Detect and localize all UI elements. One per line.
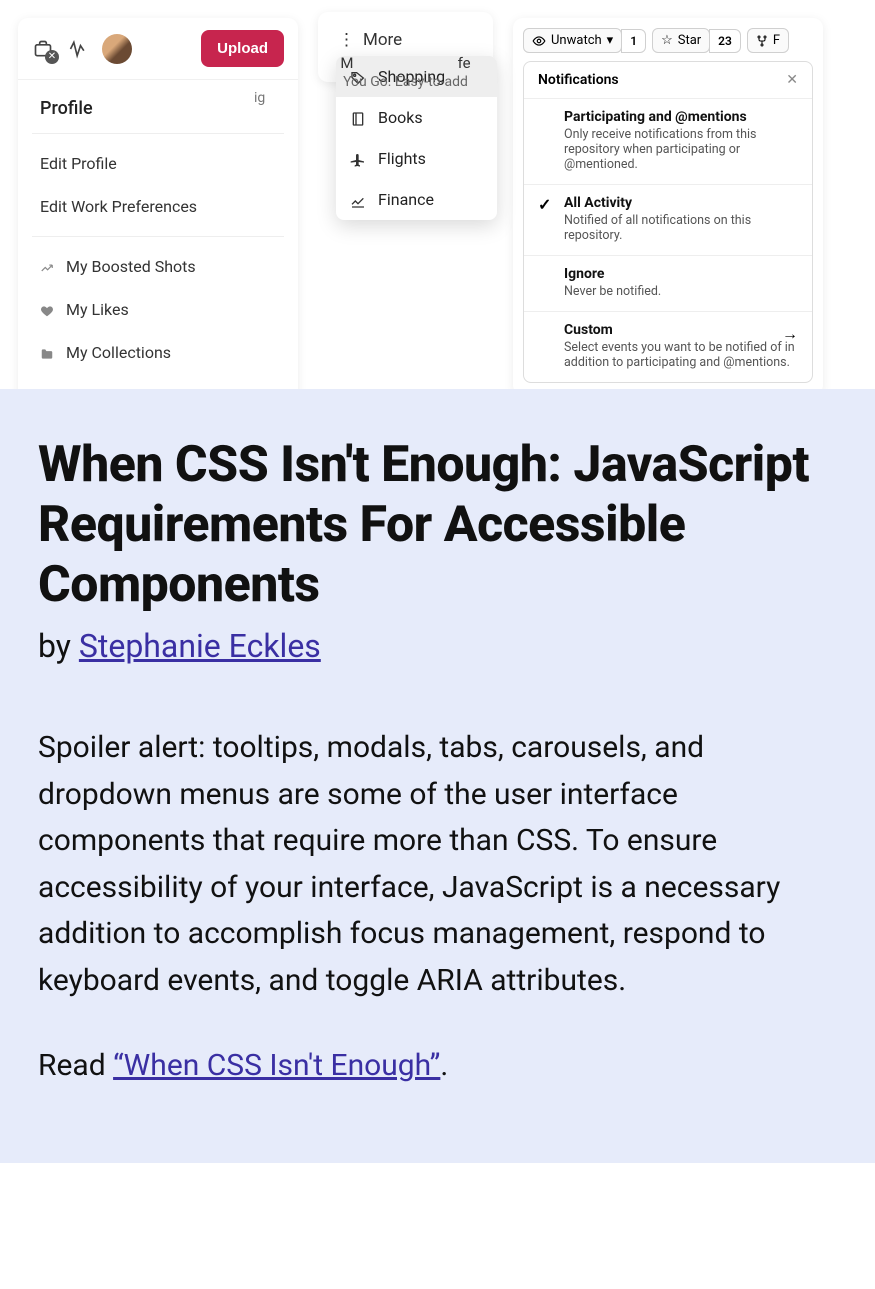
- notifications-header: Notifications ✕: [524, 62, 812, 99]
- menu-item-edit-work-preferences[interactable]: Edit Work Preferences: [18, 185, 298, 228]
- read-prefix: Read: [38, 1048, 113, 1083]
- profile-heading[interactable]: Profile: [18, 80, 298, 133]
- fork-label: F: [773, 33, 780, 48]
- notifications-card: Unwatch ▾ 1 ☆ Star 23 F Notifications ✕ …: [513, 18, 823, 389]
- fork-icon: [756, 33, 768, 48]
- star-label: Star: [678, 33, 701, 48]
- more-dropdown-card: ⋮ More Shopping Books Flights F: [318, 12, 493, 82]
- article-title: When CSS Isn't Enough: JavaScript Requir…: [38, 435, 837, 615]
- dropdown-label: Flights: [378, 149, 426, 168]
- hero-screenshots: ✕ Upload Profile Edit Profile Edit Work …: [0, 0, 875, 389]
- notification-option-ignore[interactable]: Ignore Never be notified.: [524, 256, 812, 312]
- menu-label: Go Pro: [66, 386, 114, 389]
- option-title: All Activity: [564, 195, 798, 211]
- menu-label: My Likes: [66, 300, 129, 319]
- option-title: Ignore: [564, 266, 798, 282]
- menu-label: My Boosted Shots: [66, 257, 196, 276]
- eye-icon: [532, 33, 546, 48]
- article-byline: by Stephanie Eckles: [38, 627, 837, 665]
- option-desc: Never be notified.: [564, 284, 798, 299]
- article-summary: Spoiler alert: tooltips, modals, tabs, c…: [38, 725, 837, 1004]
- article-readmore: Read “When CSS Isn't Enough”.: [38, 1048, 837, 1083]
- fork-button[interactable]: F: [747, 28, 789, 53]
- author-link[interactable]: Stephanie Eckles: [79, 627, 321, 665]
- star-icon: [40, 386, 56, 389]
- option-desc: Only receive notifications from this rep…: [564, 127, 798, 172]
- dropdown-item-flights[interactable]: Flights: [336, 138, 497, 179]
- star-icon: ☆: [661, 33, 673, 48]
- profile-menu-card: ✕ Upload Profile Edit Profile Edit Work …: [18, 18, 298, 389]
- kebab-icon: ⋮: [338, 30, 355, 50]
- read-link[interactable]: “When CSS Isn't Enough”: [113, 1048, 440, 1083]
- dropdown-label: Books: [378, 108, 423, 127]
- dropdown-item-finance[interactable]: Finance: [336, 179, 497, 220]
- notifications-dropdown: Notifications ✕ Participating and @menti…: [523, 61, 813, 383]
- work-icon[interactable]: ✕: [32, 39, 54, 59]
- unwatch-count: 1: [621, 29, 646, 53]
- read-suffix: .: [440, 1048, 448, 1083]
- dropdown-item-books[interactable]: Books: [336, 97, 497, 138]
- folder-icon: [40, 343, 56, 362]
- menu-item-go-pro[interactable]: Go Pro ›: [18, 374, 298, 389]
- menu-label: My Collections: [66, 343, 171, 362]
- notification-option-custom[interactable]: → Custom Select events you want to be no…: [524, 312, 812, 382]
- background-text-2: You Go. Easy-to-add: [298, 74, 513, 90]
- book-icon: [350, 108, 366, 127]
- trending-icon: [40, 257, 56, 276]
- avatar[interactable]: [102, 34, 132, 64]
- star-count: 23: [709, 29, 741, 53]
- chevron-right-icon: ›: [271, 386, 276, 389]
- plane-icon: [350, 149, 366, 168]
- notification-option-all-activity[interactable]: ✓ All Activity Notified of all notificat…: [524, 185, 812, 256]
- arrow-right-icon: →: [782, 324, 798, 344]
- unwatch-label: Unwatch: [551, 33, 602, 48]
- option-title: Participating and @mentions: [564, 109, 798, 125]
- profile-menu-header: ✕ Upload: [18, 18, 298, 80]
- notifications-title: Notifications: [538, 72, 619, 88]
- option-desc: Select events you want to be notified of…: [564, 340, 798, 370]
- menu-item-my-likes[interactable]: My Likes: [18, 288, 298, 331]
- chevron-down-icon: ▾: [607, 33, 614, 48]
- background-text: M fe: [298, 54, 513, 72]
- star-button[interactable]: ☆ Star: [652, 28, 710, 53]
- check-icon: ✓: [538, 195, 551, 214]
- background-fragment: ig: [254, 90, 265, 106]
- repo-actions-bar: Unwatch ▾ 1 ☆ Star 23 F: [513, 18, 823, 61]
- upload-button[interactable]: Upload: [201, 30, 284, 67]
- option-title: Custom: [564, 322, 798, 338]
- menu-item-boosted-shots[interactable]: My Boosted Shots: [18, 245, 298, 288]
- heart-icon: [40, 300, 56, 319]
- menu-item-my-collections[interactable]: My Collections: [18, 331, 298, 374]
- close-icon[interactable]: ✕: [786, 72, 798, 88]
- byline-prefix: by: [38, 627, 79, 665]
- option-desc: Notified of all notifications on this re…: [564, 213, 798, 243]
- activity-icon[interactable]: [68, 38, 88, 59]
- article-body: When CSS Isn't Enough: JavaScript Requir…: [0, 389, 875, 1163]
- finance-icon: [350, 190, 366, 209]
- notification-option-participating[interactable]: Participating and @mentions Only receive…: [524, 99, 812, 185]
- menu-item-edit-profile[interactable]: Edit Profile: [18, 142, 298, 185]
- close-badge-icon: ✕: [45, 50, 59, 64]
- more-label: More: [363, 30, 402, 50]
- unwatch-button[interactable]: Unwatch ▾: [523, 28, 622, 53]
- dropdown-label: Finance: [378, 190, 434, 209]
